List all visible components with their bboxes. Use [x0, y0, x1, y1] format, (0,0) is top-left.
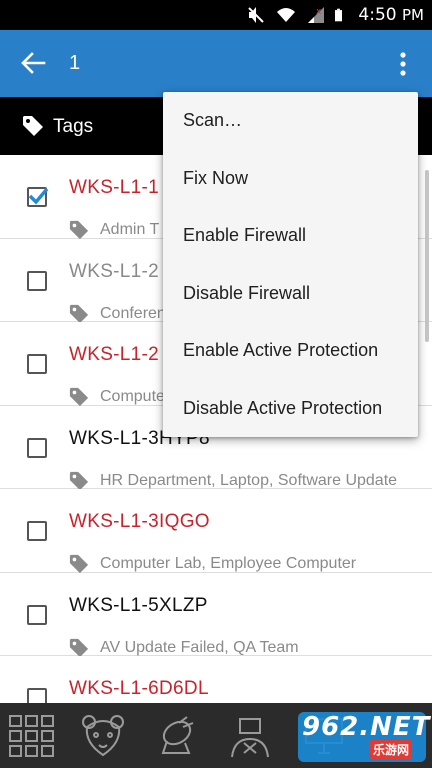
satellite-icon[interactable]	[153, 713, 201, 759]
device-name: WKS-L1-2	[69, 344, 160, 365]
app-bar: 1	[0, 30, 432, 97]
row-checkbox[interactable]	[27, 688, 47, 703]
device-tags-text: AV Update Failed, QA Team	[100, 638, 299, 656]
row-checkbox[interactable]	[27, 270, 47, 291]
menu-item-disable-firewall[interactable]: Disable Firewall	[163, 265, 418, 323]
device-tags-text: Compute	[100, 388, 165, 405]
agent-icon[interactable]	[226, 713, 274, 759]
watermark-brand: 962.NET	[302, 712, 431, 742]
tags-label: Tags	[53, 116, 94, 137]
grid-icon[interactable]	[8, 713, 56, 759]
tag-icon	[69, 471, 89, 490]
menu-item-enable-active-protection[interactable]: Enable Active Protection	[163, 322, 418, 380]
device-tags-text: Conferen	[100, 304, 166, 322]
tag-icon	[69, 220, 89, 240]
overflow-menu-icon[interactable]	[392, 49, 414, 79]
tag-icon	[69, 554, 89, 574]
wifi-icon	[277, 8, 296, 22]
bear-icon[interactable]	[79, 713, 127, 759]
checkmark-icon	[28, 187, 49, 205]
tag-icon	[23, 116, 43, 136]
list-item[interactable]: WKS-L1-6D6DL	[0, 656, 432, 703]
row-checkbox[interactable]	[27, 604, 47, 625]
row-checkbox[interactable]	[27, 354, 47, 374]
device-tags-text: Admin T	[100, 221, 160, 238]
menu-item-enable-firewall[interactable]: Enable Firewall	[163, 207, 418, 265]
battery-icon	[335, 8, 343, 22]
menu-item-scan[interactable]: Scan…	[163, 92, 418, 150]
device-name: WKS-L1-2	[69, 260, 160, 282]
tag-icon	[69, 638, 89, 657]
svg-text:x: x	[316, 7, 322, 17]
row-checkbox[interactable]	[27, 437, 47, 458]
tag-icon	[69, 387, 89, 407]
row-checkbox-checked[interactable]	[27, 187, 49, 207]
tag-icon	[69, 304, 89, 323]
back-arrow-icon[interactable]	[20, 50, 46, 76]
list-item[interactable]: WKS-L1-3IQGO Computer Lab, Employee Comp…	[0, 489, 432, 574]
clock: 4:50 PM	[358, 5, 424, 25]
overflow-menu: Scan… Fix Now Enable Firewall Disable Fi…	[163, 92, 418, 437]
scrollbar[interactable]	[425, 170, 429, 342]
menu-item-fix-now[interactable]: Fix Now	[163, 150, 418, 208]
list-item[interactable]: WKS-L1-5XLZP AV Update Failed, QA Team	[0, 572, 432, 657]
signal-icon: x	[308, 7, 325, 23]
menu-item-disable-active-protection[interactable]: Disable Active Protection	[163, 380, 418, 438]
device-tags-text: HR Department, Laptop, Software Update	[100, 471, 398, 489]
row-checkbox[interactable]	[27, 521, 47, 541]
page-title: 1	[69, 52, 81, 74]
watermark-sub: 乐游网	[370, 740, 413, 759]
device-name: WKS-L1-1	[69, 177, 160, 198]
device-name: WKS-L1-3IQGO	[69, 511, 210, 532]
mute-icon	[248, 7, 265, 23]
device-tags-text: Computer Lab, Employee Computer	[100, 555, 357, 572]
device-name: WKS-L1-5XLZP	[69, 594, 208, 616]
device-name: WKS-L1-6D6DL	[69, 678, 209, 699]
status-bar: x 4:50 PM	[0, 0, 432, 30]
